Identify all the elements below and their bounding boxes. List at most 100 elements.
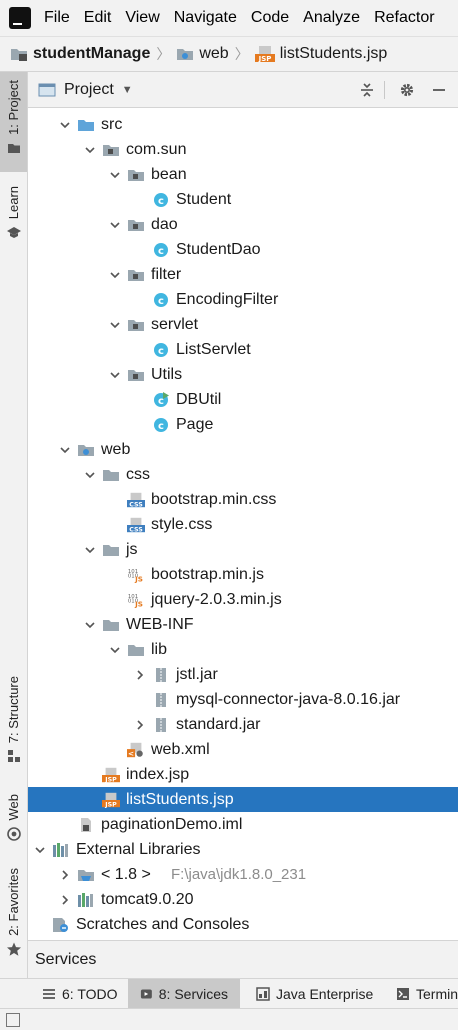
menu-edit[interactable]: Edit <box>84 9 112 27</box>
chevron-down-icon[interactable]: ▼ <box>122 84 133 96</box>
svg-text:CSS: CSS <box>129 526 143 533</box>
svg-text:JS: JS <box>134 574 143 583</box>
tree-item[interactable]: c StudentDao <box>28 237 458 262</box>
chevron-down-icon[interactable] <box>107 317 123 333</box>
jdk-icon <box>77 866 95 884</box>
tree-item[interactable]: dao <box>28 212 458 237</box>
tree-item[interactable]: paginationDemo.iml <box>28 812 458 837</box>
chevron-down-icon[interactable] <box>57 442 73 458</box>
tree-item-label: External Libraries <box>76 840 201 858</box>
tree-item[interactable]: 101 010 JS bootstrap.min.js <box>28 562 458 587</box>
chevron-down-icon[interactable] <box>107 367 123 383</box>
tree-item[interactable]: web <box>28 437 458 462</box>
tree-item[interactable]: 101 010 JS jquery-2.0.3.min.js <box>28 587 458 612</box>
breadcrumb-file[interactable]: JSP listStudents.jsp <box>254 45 387 63</box>
chevron-down-icon[interactable] <box>32 842 48 858</box>
tree-item[interactable]: Scratches and Consoles <box>28 912 458 937</box>
tree-item[interactable]: c EncodingFilter <box>28 287 458 312</box>
tree-item[interactable]: JSP listStudents.jsp <box>28 787 458 812</box>
tree-item[interactable]: tomcat9.0.20 <box>28 887 458 912</box>
tree-item-label: StudentDao <box>176 240 261 258</box>
package-icon <box>127 366 145 384</box>
hide-panel-icon[interactable] <box>426 72 452 108</box>
tree-item[interactable]: External Libraries <box>28 837 458 862</box>
tree-item[interactable]: CSS style.css <box>28 512 458 537</box>
chevron-down-icon[interactable] <box>107 642 123 658</box>
tree-item[interactable]: Utils <box>28 362 458 387</box>
graduation-cap-icon <box>6 227 21 239</box>
chevron-down-icon[interactable] <box>107 167 123 183</box>
gear-icon[interactable] <box>394 72 420 108</box>
bottom-tool-strip: 6: TODO 8: Services Java Enterprise Term… <box>0 978 458 1008</box>
tool-tab-learn[interactable]: Learn <box>0 180 27 250</box>
left-tool-strip: 1: Project Learn 7: Structure Web 2: Fav… <box>0 72 28 979</box>
css-file-icon: CSS <box>127 516 145 534</box>
chevron-right-icon[interactable] <box>132 667 148 683</box>
collapse-all-icon[interactable] <box>354 72 380 108</box>
chevron-right-icon[interactable] <box>132 717 148 733</box>
tree-item[interactable]: CSS bootstrap.min.css <box>28 487 458 512</box>
tree-item-label: Student <box>176 190 232 208</box>
tree-item[interactable]: JSP index.jsp <box>28 762 458 787</box>
tool-tab-favorites[interactable]: 2: Favorites <box>0 864 27 964</box>
tree-item-label: < 1.8 > <box>101 865 151 883</box>
tree-item[interactable]: c ListServlet <box>28 337 458 362</box>
tree-item[interactable]: c Page <box>28 412 458 437</box>
js-file-icon: 101 010 JS <box>127 566 145 584</box>
tree-item[interactable]: css <box>28 462 458 487</box>
tree-item-label: bootstrap.min.css <box>151 490 277 508</box>
tree-item[interactable]: WEB-INF <box>28 612 458 637</box>
chevron-down-icon[interactable] <box>82 542 98 558</box>
menu-file[interactable]: File <box>44 9 70 27</box>
chevron-right-icon[interactable] <box>57 892 73 908</box>
chevron-down-icon[interactable] <box>107 217 123 233</box>
tree-item[interactable]: < 1.8 > F:\java\jdk1.8.0_231 <box>28 862 458 887</box>
folder-icon <box>127 641 145 659</box>
tool-tab-structure[interactable]: 7: Structure <box>0 672 27 772</box>
toggle-tool-windows-icon[interactable] <box>6 1013 20 1027</box>
tool-tab-services[interactable]: 8: Services <box>128 979 240 1008</box>
menu-navigate[interactable]: Navigate <box>174 9 237 27</box>
panel-title[interactable]: Project <box>64 81 114 99</box>
tree-item[interactable]: bean <box>28 162 458 187</box>
tree-item[interactable]: src <box>28 112 458 137</box>
menu-view[interactable]: View <box>125 9 159 27</box>
tree-item[interactable]: filter <box>28 262 458 287</box>
tool-tab-web[interactable]: Web <box>0 790 27 850</box>
tool-tab-project[interactable]: 1: Project <box>0 72 27 172</box>
menu-refactor[interactable]: Refactor <box>374 9 434 27</box>
tree-item[interactable]: js <box>28 537 458 562</box>
tree-item[interactable]: standard.jar <box>28 712 458 737</box>
tree-item[interactable]: servlet <box>28 312 458 337</box>
menu-analyze[interactable]: Analyze <box>303 9 360 27</box>
tree-item[interactable]: c DBUtil <box>28 387 458 412</box>
tool-tab-java-enterprise[interactable]: Java Enterprise <box>248 979 381 1008</box>
services-panel-header: Services <box>28 940 458 978</box>
breadcrumb-folder[interactable]: web <box>176 45 229 63</box>
chevron-down-icon[interactable] <box>82 617 98 633</box>
class-icon: c <box>152 191 170 209</box>
menu-code[interactable]: Code <box>251 9 289 27</box>
chevron-down-icon[interactable] <box>82 467 98 483</box>
tree-item[interactable]: jstl.jar <box>28 662 458 687</box>
tree-item[interactable]: < web.xml <box>28 737 458 762</box>
breadcrumb-project[interactable]: studentManage <box>10 45 150 63</box>
tree-item[interactable]: lib <box>28 637 458 662</box>
svg-text:c: c <box>158 196 164 207</box>
tool-tab-todo[interactable]: 6: TODO <box>36 979 124 1008</box>
chevron-down-icon[interactable] <box>82 142 98 158</box>
tree-item[interactable]: mysql-connector-java-8.0.16.jar <box>28 687 458 712</box>
tree-item-label: web.xml <box>151 740 210 758</box>
tree-item-label: standard.jar <box>176 715 261 733</box>
folder-icon <box>7 143 20 153</box>
chevron-down-icon[interactable] <box>107 267 123 283</box>
jar-icon <box>152 666 170 684</box>
services-title[interactable]: Services <box>35 951 96 969</box>
tree-item[interactable]: com.sun <box>28 137 458 162</box>
jar-icon <box>152 716 170 734</box>
tool-tab-terminal[interactable]: Terminal <box>390 979 458 1008</box>
tree-item-label: css <box>126 465 150 483</box>
chevron-down-icon[interactable] <box>57 117 73 133</box>
tree-item[interactable]: c Student <box>28 187 458 212</box>
chevron-right-icon[interactable] <box>57 867 73 883</box>
